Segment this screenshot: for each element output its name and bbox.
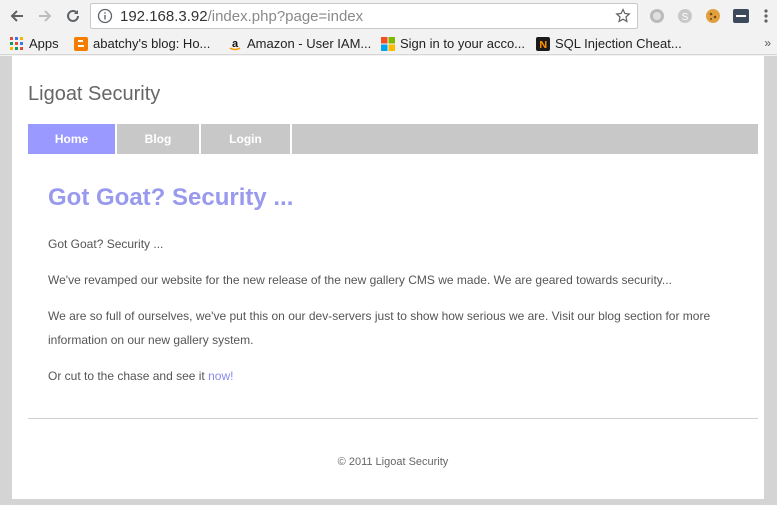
now-link[interactable]: now! xyxy=(208,369,233,383)
cta-paragraph: Or cut to the chase and see it now! xyxy=(48,364,738,388)
page-heading: Got Goat? Security ... xyxy=(48,184,294,211)
site-page: Ligoat Security Home Blog Login Got Goat… xyxy=(12,56,764,499)
netsparker-icon xyxy=(536,36,550,51)
revamp-paragraph: We've revamped our website for the new r… xyxy=(48,273,672,287)
bookmark-sql-injection[interactable]: SQL Injection Cheat... xyxy=(536,35,682,52)
skype-extension-icon[interactable]: S xyxy=(676,7,694,25)
svg-text:S: S xyxy=(682,12,689,23)
nav-home[interactable]: Home xyxy=(28,124,117,154)
address-bar[interactable]: 192.168.3.92/index.php?page=index xyxy=(90,3,638,29)
url-host: 192.168.3.92 xyxy=(120,8,208,25)
bookmark-label: Sign in to your acco... xyxy=(400,36,526,51)
nav-blog[interactable]: Blog xyxy=(117,124,201,154)
forward-arrow-icon[interactable] xyxy=(34,5,56,27)
bookmark-abatchy-blog[interactable]: abatchy's blog: Ho... xyxy=(74,35,210,52)
password-manager-extension-icon[interactable] xyxy=(732,7,750,25)
amazon-icon: a xyxy=(228,37,242,51)
bookmarks-bar: Apps abatchy's blog: Ho... a Amazon - Us… xyxy=(0,32,777,55)
main-content: Got Goat? Security ... Got Goat? Securit… xyxy=(48,184,738,400)
apps-grid-icon xyxy=(10,36,24,51)
main-navigation: Home Blog Login xyxy=(28,124,758,154)
bookmark-label: Apps xyxy=(29,36,59,51)
bookmark-label: SQL Injection Cheat... xyxy=(555,36,682,51)
dev-server-paragraph: We are so full of ourselves, we've put t… xyxy=(48,309,711,347)
svg-text:a: a xyxy=(232,38,239,50)
footer-copyright: © 2011 Ligoat Security xyxy=(337,456,449,468)
intro-paragraph: Got Goat? Security ... xyxy=(48,237,164,251)
url-text[interactable]: 192.168.3.92/index.php?page=index xyxy=(120,8,363,25)
blogger-icon xyxy=(74,36,88,51)
chrome-menu-icon[interactable] xyxy=(760,7,772,25)
back-arrow-icon[interactable] xyxy=(6,5,28,27)
bookmark-apps[interactable]: Apps xyxy=(10,35,59,52)
site-title: Ligoat Security xyxy=(28,83,161,105)
bookmark-star-icon[interactable] xyxy=(615,8,631,24)
page-viewport: Ligoat Security Home Blog Login Got Goat… xyxy=(0,56,777,505)
bookmark-label: Amazon - User IAM... xyxy=(247,36,372,51)
globe-extension-icon[interactable] xyxy=(648,7,666,25)
microsoft-icon xyxy=(381,36,395,51)
footer-divider xyxy=(28,418,758,419)
nav-login[interactable]: Login xyxy=(201,124,292,154)
browser-toolbar: 192.168.3.92/index.php?page=index S xyxy=(0,0,777,32)
url-path: /index.php?page=index xyxy=(207,8,364,25)
reload-icon[interactable] xyxy=(62,5,84,27)
info-icon[interactable] xyxy=(97,8,113,24)
chevron-right-icon[interactable]: » xyxy=(764,36,771,50)
bookmark-amazon[interactable]: a Amazon - User IAM... xyxy=(228,35,371,52)
bookmark-label: abatchy's blog: Ho... xyxy=(93,36,211,51)
cookie-extension-icon[interactable] xyxy=(704,7,722,25)
bookmark-microsoft-signin[interactable]: Sign in to your acco... xyxy=(381,35,525,52)
cta-text: Or cut to the chase and see it xyxy=(48,369,209,383)
